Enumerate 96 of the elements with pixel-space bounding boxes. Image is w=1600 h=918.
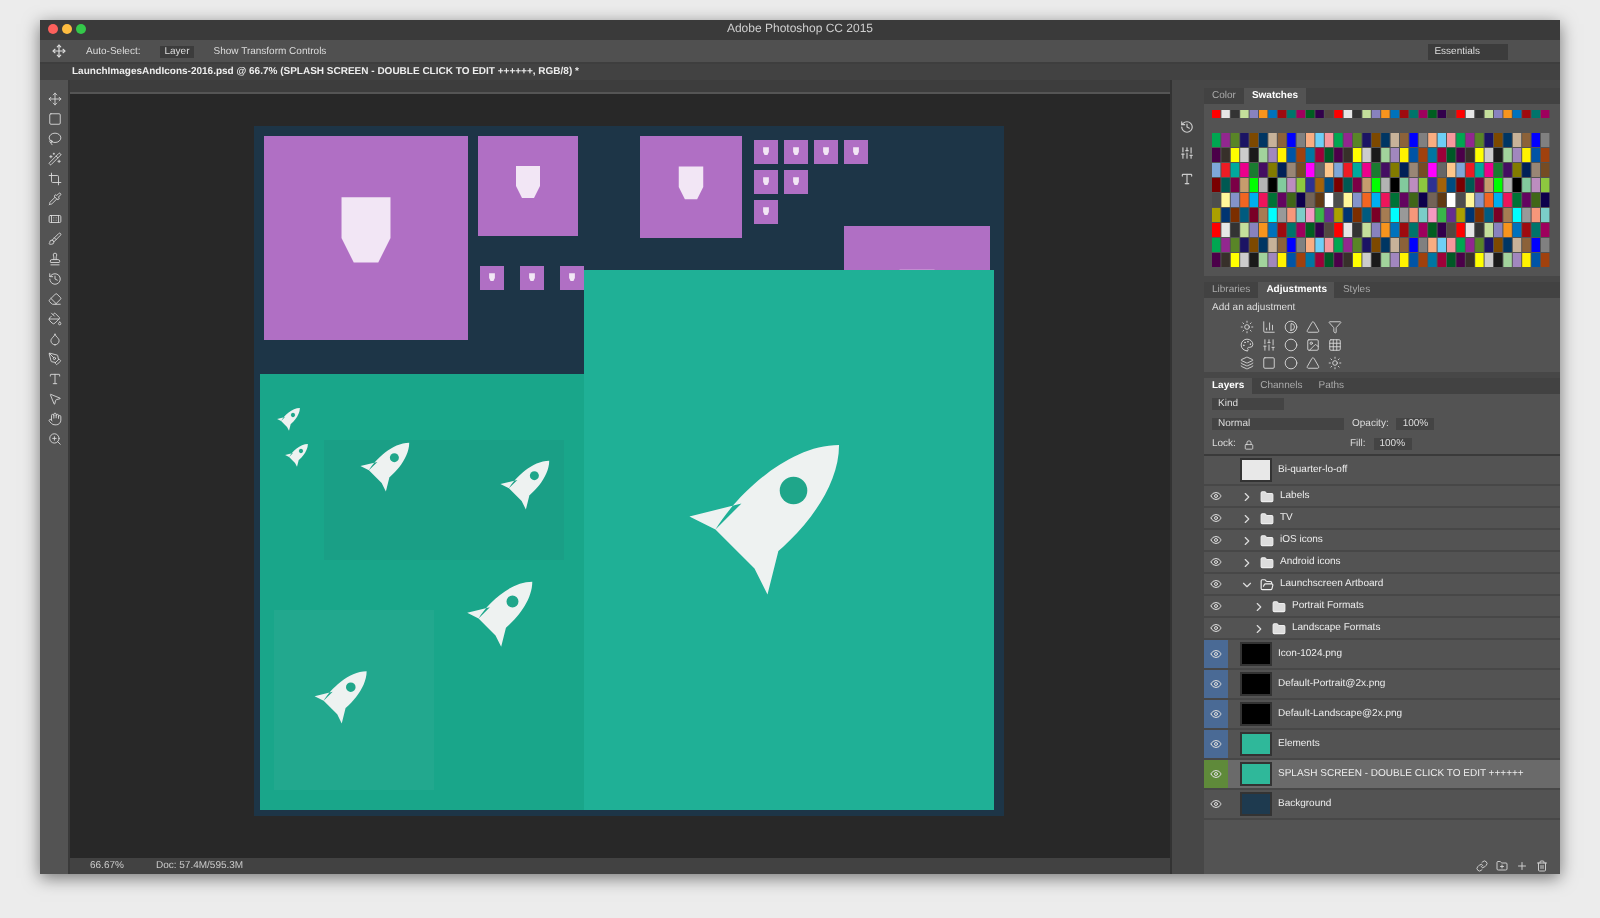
icon-tile bbox=[560, 266, 584, 290]
move-icon[interactable] bbox=[47, 92, 61, 106]
eye-icon[interactable] bbox=[1210, 556, 1222, 568]
pointer-icon[interactable] bbox=[47, 392, 61, 406]
move-icon[interactable] bbox=[52, 44, 66, 58]
image-icon[interactable] bbox=[1306, 338, 1320, 352]
close-icon[interactable] bbox=[48, 24, 58, 34]
lock-icon[interactable] bbox=[1243, 439, 1254, 449]
palette-icon[interactable] bbox=[1240, 338, 1254, 352]
icon-tile bbox=[784, 170, 808, 194]
chevron-right-icon[interactable] bbox=[1252, 599, 1266, 613]
folder-icon bbox=[1260, 489, 1274, 503]
layer-thumbnail bbox=[1240, 702, 1272, 726]
maximize-icon[interactable] bbox=[76, 24, 86, 34]
history-icon[interactable] bbox=[1179, 120, 1193, 134]
eye-icon[interactable] bbox=[1210, 622, 1222, 634]
rocket-drawing bbox=[277, 408, 300, 431]
layer-thumbnail bbox=[1240, 642, 1272, 666]
levels-icon[interactable] bbox=[1262, 320, 1276, 334]
chevron-right-icon[interactable] bbox=[1252, 621, 1266, 635]
zoom-icon[interactable] bbox=[47, 432, 61, 446]
folder-icon bbox=[1260, 533, 1274, 547]
rocket-drawing bbox=[285, 444, 308, 467]
filter-icon[interactable] bbox=[1328, 320, 1342, 334]
eye-icon[interactable] bbox=[1210, 648, 1222, 660]
grid-icon[interactable] bbox=[1328, 338, 1342, 352]
eye-icon[interactable] bbox=[1210, 768, 1222, 780]
icon-tile bbox=[754, 200, 778, 224]
circle-icon[interactable] bbox=[1284, 356, 1298, 370]
sliders-icon[interactable] bbox=[1179, 146, 1193, 160]
layer-thumbnail bbox=[1240, 672, 1272, 696]
eye-icon[interactable] bbox=[1210, 678, 1222, 690]
type-icon[interactable] bbox=[47, 372, 61, 386]
minimize-icon[interactable] bbox=[62, 24, 72, 34]
rocket-drawing bbox=[314, 671, 367, 724]
folder-icon bbox=[1272, 599, 1286, 613]
contrast-icon[interactable] bbox=[1284, 320, 1298, 334]
eyedropper-icon[interactable] bbox=[47, 192, 61, 206]
square-icon[interactable] bbox=[1262, 356, 1276, 370]
drop-icon[interactable] bbox=[47, 332, 61, 346]
triangle-icon[interactable] bbox=[1306, 320, 1320, 334]
link-icon[interactable] bbox=[1476, 859, 1488, 871]
brush-icon[interactable] bbox=[47, 232, 61, 246]
folder-icon bbox=[1260, 577, 1274, 591]
bandage-icon[interactable] bbox=[47, 212, 61, 226]
eye-icon[interactable] bbox=[1210, 738, 1222, 750]
eraser-icon[interactable] bbox=[47, 292, 61, 306]
layer-thumbnail bbox=[1240, 732, 1272, 756]
chevron-right-icon[interactable] bbox=[1240, 511, 1254, 525]
folder-icon bbox=[1260, 511, 1274, 525]
triangle-icon[interactable] bbox=[1306, 356, 1320, 370]
icon-tile bbox=[520, 266, 544, 290]
eye-icon[interactable] bbox=[1210, 798, 1222, 810]
paint-bucket-icon[interactable] bbox=[47, 312, 61, 326]
new-group-icon[interactable] bbox=[1496, 859, 1508, 871]
marquee-icon[interactable] bbox=[47, 112, 61, 126]
eye-icon[interactable] bbox=[1210, 490, 1222, 502]
hand-icon[interactable] bbox=[47, 412, 61, 426]
rocket-drawing bbox=[500, 460, 550, 510]
icon-tile bbox=[640, 136, 742, 238]
pen-icon[interactable] bbox=[47, 352, 61, 366]
rocket-drawing bbox=[467, 581, 533, 647]
icon-tile bbox=[844, 140, 868, 164]
eye-icon[interactable] bbox=[1210, 534, 1222, 546]
chevron-right-icon[interactable] bbox=[1240, 555, 1254, 569]
chevron-right-icon[interactable] bbox=[1240, 489, 1254, 503]
lasso-icon[interactable] bbox=[47, 132, 61, 146]
icon-tile bbox=[480, 266, 504, 290]
eye-icon[interactable] bbox=[1210, 600, 1222, 612]
brightness-icon[interactable] bbox=[1240, 320, 1254, 334]
layer-thumbnail bbox=[1240, 792, 1272, 816]
eye-icon[interactable] bbox=[1210, 578, 1222, 590]
type-icon[interactable] bbox=[1179, 172, 1193, 186]
eye-icon[interactable] bbox=[1210, 708, 1222, 720]
icon-tile bbox=[814, 140, 838, 164]
sun-icon[interactable] bbox=[1328, 356, 1342, 370]
history-brush-icon[interactable] bbox=[47, 272, 61, 286]
folder-icon bbox=[1260, 555, 1274, 569]
sliders-icon[interactable] bbox=[1262, 338, 1276, 352]
icon-tile bbox=[478, 136, 578, 236]
layers-icon[interactable] bbox=[1240, 356, 1254, 370]
layer-thumbnail bbox=[1240, 762, 1272, 786]
crop-icon[interactable] bbox=[47, 172, 61, 186]
new-layer-icon[interactable] bbox=[1516, 859, 1528, 871]
circle-icon[interactable] bbox=[1284, 338, 1298, 352]
icon-tile bbox=[754, 140, 778, 164]
eye-icon[interactable] bbox=[1210, 512, 1222, 524]
stamp-icon[interactable] bbox=[47, 252, 61, 266]
trash-icon[interactable] bbox=[1536, 859, 1548, 871]
icon-tile bbox=[754, 170, 778, 194]
magic-wand-icon[interactable] bbox=[47, 152, 61, 166]
chevron-down-icon[interactable] bbox=[1240, 577, 1254, 591]
chevron-right-icon[interactable] bbox=[1240, 533, 1254, 547]
swatch-grid[interactable] bbox=[1212, 110, 1552, 270]
folder-icon bbox=[1272, 621, 1286, 635]
icon-tile bbox=[784, 140, 808, 164]
